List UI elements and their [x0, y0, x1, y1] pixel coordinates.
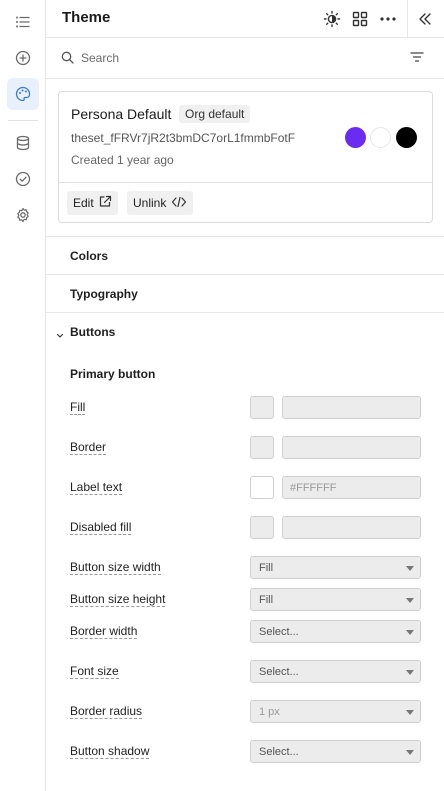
- theme-panel: Theme Persona Default Org default theset…: [46, 0, 444, 791]
- unlink-label: Unlink: [133, 196, 167, 210]
- panel-header: Theme: [46, 0, 444, 38]
- caret-down-icon: [406, 566, 414, 571]
- fill-color-input[interactable]: [282, 396, 421, 419]
- theme-id: theset_fFRVr7jR2t3bmDC7orL1fmmbFotF: [71, 131, 296, 145]
- primary-color-swatch: [345, 127, 366, 148]
- plus-circle-icon[interactable]: [7, 42, 39, 74]
- border-radius-label: Border radius: [70, 704, 143, 719]
- typography-section-label: Typography: [70, 287, 138, 301]
- colors-section-label: Colors: [70, 249, 109, 263]
- filter-icon[interactable]: [410, 51, 424, 66]
- caret-down-icon: [406, 598, 414, 603]
- edit-label: Edit: [73, 196, 94, 210]
- border-width-label: Border width: [70, 624, 138, 639]
- font-size-select[interactable]: Select...: [250, 660, 421, 683]
- grid-icon[interactable]: [349, 8, 371, 30]
- fill-color-swatch[interactable]: [250, 396, 274, 419]
- button-size-width-select[interactable]: Fill: [250, 556, 421, 579]
- border-width-select[interactable]: Select...: [250, 620, 421, 643]
- label-text-color-input[interactable]: #FFFFFF: [282, 476, 421, 499]
- rail-divider: [8, 120, 38, 121]
- button-shadow-value: Select...: [259, 746, 299, 758]
- button-shadow-select[interactable]: Select...: [250, 740, 421, 763]
- disabled-fill-color-input[interactable]: [282, 516, 421, 539]
- button-shadow-label: Button shadow: [70, 744, 150, 759]
- created-timestamp: Created 1 year ago: [71, 153, 174, 167]
- chevron-down-icon: [56, 327, 64, 342]
- font-size-value: Select...: [259, 666, 299, 678]
- button-size-height-select[interactable]: Fill: [250, 588, 421, 611]
- border-label: Border: [70, 440, 107, 455]
- unlink-button[interactable]: Unlink: [127, 191, 194, 215]
- search-icon: [61, 51, 74, 67]
- label-text-color-swatch[interactable]: [250, 476, 274, 499]
- search-input[interactable]: [81, 49, 381, 67]
- unlink-icon: [171, 196, 187, 211]
- caret-down-icon: [406, 710, 414, 715]
- fill-label: Fill: [70, 400, 86, 415]
- check-circle-icon[interactable]: [7, 163, 39, 195]
- buttons-section-header[interactable]: Buttons: [46, 312, 444, 350]
- page-title: Theme: [62, 9, 111, 26]
- button-size-height-value: Fill: [259, 594, 274, 606]
- theme-name: Persona Default: [71, 106, 172, 122]
- org-default-badge: Org default: [179, 105, 251, 123]
- background-color-swatch: [370, 127, 391, 148]
- buttons-section-label: Buttons: [70, 325, 116, 339]
- caret-down-icon: [406, 750, 414, 755]
- border-width-value: Select...: [259, 626, 299, 638]
- text-color-swatch: [396, 127, 417, 148]
- button-size-width-value: Fill: [259, 562, 274, 574]
- palette-icon[interactable]: [7, 78, 39, 110]
- label-text-label: Label text: [70, 480, 123, 495]
- border-radius-value: 1 px: [259, 706, 280, 718]
- button-size-height-label: Button size height: [70, 592, 166, 607]
- theme-card[interactable]: Persona Default Org default theset_fFRVr…: [58, 91, 433, 223]
- border-color-swatch[interactable]: [250, 436, 274, 459]
- caret-down-icon: [406, 670, 414, 675]
- gear-icon[interactable]: [7, 199, 39, 231]
- more-icon[interactable]: [377, 8, 399, 30]
- primary-button-subtitle: Primary button: [70, 367, 156, 381]
- border-radius-select[interactable]: 1 px: [250, 700, 421, 723]
- search-bar: [46, 38, 444, 79]
- database-icon[interactable]: [7, 127, 39, 159]
- disabled-fill-color-swatch[interactable]: [250, 516, 274, 539]
- colors-section-header[interactable]: Colors: [46, 236, 444, 274]
- list-icon[interactable]: [7, 6, 39, 38]
- card-divider: [59, 182, 432, 183]
- left-rail: [0, 0, 46, 791]
- external-link-icon: [99, 195, 112, 211]
- button-size-width-label: Button size width: [70, 560, 161, 575]
- collapse-icon[interactable]: [414, 8, 436, 30]
- theme-mode-icon[interactable]: [321, 8, 343, 30]
- caret-down-icon: [406, 630, 414, 635]
- typography-section-header[interactable]: Typography: [46, 274, 444, 312]
- disabled-fill-label: Disabled fill: [70, 520, 132, 535]
- font-size-label: Font size: [70, 664, 119, 679]
- border-color-input[interactable]: [282, 436, 421, 459]
- header-divider: [407, 0, 408, 38]
- edit-button[interactable]: Edit: [67, 191, 118, 215]
